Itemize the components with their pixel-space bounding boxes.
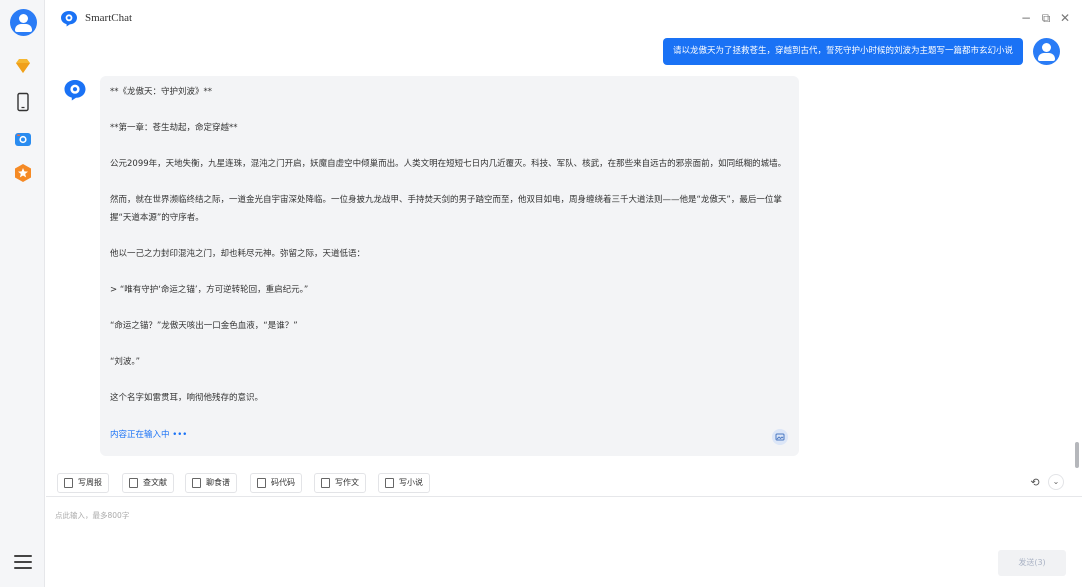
send-button[interactable]: 发送(3) bbox=[998, 550, 1066, 576]
smartchat-logo-icon bbox=[61, 11, 77, 27]
title-bar: SmartChat − ⧉ ✕ bbox=[46, 0, 1082, 37]
bot-paragraph: **第一章：苍生劫起，命定穿越** bbox=[110, 123, 238, 133]
quick-actions-toolbar: 写周报 查文献 聊食谱 码代码 写作文 写小说 ⟲ ⌄ bbox=[46, 470, 1082, 496]
message-input[interactable] bbox=[55, 510, 955, 550]
bot-message-bubble: **《龙傲天：守护刘波》** **第一章：苍生劫起，命定穿越** 公元2099年… bbox=[100, 76, 799, 456]
hamburger-menu-icon[interactable] bbox=[14, 555, 32, 569]
literature-icon bbox=[129, 478, 138, 488]
bot-paragraph: “刘波。” bbox=[110, 357, 141, 367]
app-title: SmartChat bbox=[85, 12, 133, 24]
phone-icon[interactable] bbox=[13, 92, 33, 112]
bot-avatar-icon bbox=[64, 80, 86, 101]
write-code-button[interactable]: 码代码 bbox=[250, 473, 302, 493]
sidebar bbox=[0, 0, 45, 587]
bot-paragraph: 然而，就在世界濒临终结之际，一道金光自宇宙深处降临。一位身披九龙战甲、手持焚天剑… bbox=[110, 195, 782, 223]
bot-paragraph: 公元2099年，天地失衡，九星连珠，混沌之门开启，妖魔自虚空中倾巢而出。人类文明… bbox=[110, 159, 787, 169]
novel-icon bbox=[385, 478, 394, 488]
chevron-down-icon[interactable]: ⌄ bbox=[1048, 474, 1064, 490]
tool-button-label: 查文献 bbox=[143, 478, 167, 487]
scrollbar[interactable] bbox=[1075, 442, 1079, 468]
camera-icon[interactable] bbox=[13, 129, 33, 149]
tool-button-label: 写小说 bbox=[399, 478, 423, 487]
tool-button-label: 写周报 bbox=[78, 478, 102, 487]
essay-icon bbox=[321, 478, 330, 488]
close-button[interactable]: ✕ bbox=[1058, 11, 1072, 25]
write-novel-button[interactable]: 写小说 bbox=[378, 473, 430, 493]
sidebar-avatar-icon[interactable] bbox=[10, 9, 37, 36]
bot-paragraph: 他以一己之力封印混沌之门，却也耗尽元神。弥留之际，天道低语： bbox=[110, 249, 366, 259]
tool-button-label: 码代码 bbox=[271, 478, 295, 487]
recipe-icon bbox=[192, 478, 201, 488]
search-literature-button[interactable]: 查文献 bbox=[122, 473, 174, 493]
input-area: 发送(3) bbox=[46, 496, 1082, 587]
star-badge-icon[interactable] bbox=[13, 163, 33, 183]
code-icon bbox=[257, 478, 266, 488]
tool-button-label: 写作文 bbox=[335, 478, 359, 487]
minimize-button[interactable]: − bbox=[1019, 11, 1033, 25]
chat-area: 请以龙傲天为了拯救苍生，穿越到古代，誓死守护小时候的刘波为主题写一篇都市玄幻小说… bbox=[46, 37, 1076, 462]
image-export-icon[interactable] bbox=[772, 429, 788, 445]
bot-paragraph: 这个名字如雷贯耳，响彻他残存的意识。 bbox=[110, 393, 264, 403]
maximize-button[interactable]: ⧉ bbox=[1039, 11, 1053, 25]
bot-paragraph: “命运之锚？”龙傲天咳出一口金色血液，“是谁？” bbox=[110, 321, 298, 331]
user-message: 请以龙傲天为了拯救苍生，穿越到古代，誓死守护小时候的刘波为主题写一篇都市玄幻小说 bbox=[662, 38, 1023, 65]
refresh-icon[interactable]: ⟲ bbox=[1027, 475, 1043, 491]
recipe-chat-button[interactable]: 聊食谱 bbox=[185, 473, 237, 493]
report-icon bbox=[64, 478, 73, 488]
bot-paragraph: > “唯有守护‘命运之锚’，方可逆转轮回，重启纪元。” bbox=[110, 285, 309, 295]
diamond-icon[interactable] bbox=[13, 56, 33, 76]
bot-paragraph: **《龙傲天：守护刘波》** bbox=[110, 87, 213, 97]
user-avatar-icon bbox=[1033, 38, 1060, 65]
write-report-button[interactable]: 写周报 bbox=[57, 473, 109, 493]
write-essay-button[interactable]: 写作文 bbox=[314, 473, 366, 493]
tool-button-label: 聊食谱 bbox=[206, 478, 230, 487]
typing-status: 内容正在输入中 ••• bbox=[110, 430, 188, 440]
